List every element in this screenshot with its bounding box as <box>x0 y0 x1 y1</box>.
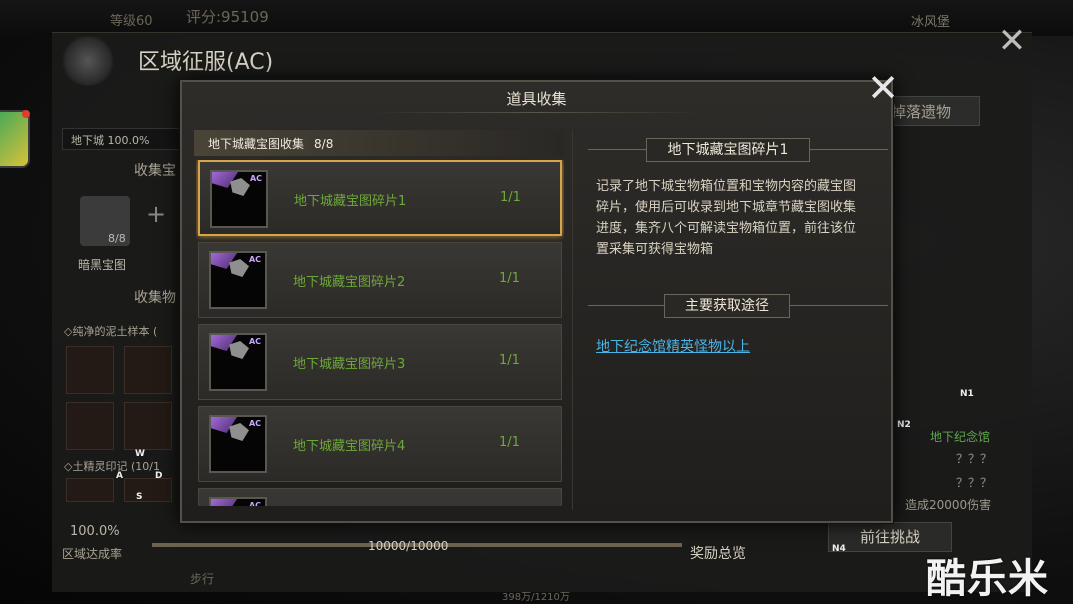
item-name: 地下城藏宝图碎片3 <box>293 357 406 372</box>
map-fragment-icon: AC <box>210 170 268 228</box>
event-shortcut-icon[interactable] <box>0 110 30 168</box>
progress-text: 10000/10000 <box>368 539 449 553</box>
map-fragment-icon: AC <box>209 333 267 391</box>
item-qty: 1/1 <box>499 353 520 368</box>
map-marker-n1: N1 <box>960 389 974 399</box>
material-slot-icon[interactable] <box>124 478 172 502</box>
list-item[interactable]: AC <box>198 488 562 506</box>
source-link[interactable]: 地下纪念馆精英怪物以上 <box>596 336 750 356</box>
detail-title-bar: 地下城藏宝图碎片1 <box>588 138 888 162</box>
key-marker-s: S <box>136 492 143 502</box>
earth-spirit-label: ◇土精灵印记 (10/1 <box>64 460 160 473</box>
completion-rate-label: 区域达成率 <box>62 547 123 561</box>
list-item[interactable]: AC 地下城藏宝图碎片4 1/1 <box>198 406 562 482</box>
currency-amount: 398万/1210万 <box>502 592 570 603</box>
ac-badge: AC <box>248 501 261 506</box>
soil-sample-label: ◇纯净的泥土样本 ( <box>64 325 158 338</box>
plus-icon: + <box>146 200 167 228</box>
map-fragment-icon: AC <box>209 251 267 309</box>
detail-title: 地下城藏宝图碎片1 <box>646 138 810 162</box>
player-score: 评分:95109 <box>186 8 269 26</box>
key-marker-a: A <box>116 471 123 481</box>
walk-mode-label: 步行 <box>190 572 215 586</box>
item-qty: 1/1 <box>500 190 521 205</box>
unknown-requirement-1: ？？？ <box>956 452 993 466</box>
collection-list-header: 地下城藏宝图收集 8/8 <box>194 130 564 156</box>
collection-item-list[interactable]: AC 地下城藏宝图碎片1 1/1 AC 地下城藏宝图碎片2 1/1 AC 地下城… <box>196 160 564 506</box>
item-qty: 1/1 <box>499 435 520 450</box>
collection-name: 地下城藏宝图收集 <box>208 137 305 151</box>
collect-treasure-heading: 收集宝 <box>134 163 176 179</box>
key-marker-w: W <box>135 449 145 459</box>
map-fragment-icon: AC <box>209 415 267 473</box>
completion-rate-value: 100.0% <box>70 524 120 539</box>
item-description: 记录了地下城宝物箱位置和宝物内容的藏宝图碎片，使用后可收录到地下城章节藏宝图收集… <box>596 179 857 257</box>
material-slot-icon[interactable] <box>66 402 114 450</box>
map-marker-n2: N2 <box>897 420 911 430</box>
watermark-logo: 酷乐米 <box>926 556 1049 602</box>
item-qty: 1/1 <box>499 271 520 286</box>
list-item[interactable]: AC 地下城藏宝图碎片2 1/1 <box>198 242 562 318</box>
ac-badge: AC <box>248 255 261 264</box>
dark-map-count: 8/8 <box>108 232 126 245</box>
title-divider <box>372 112 702 113</box>
collect-item-heading: 收集物 <box>134 290 176 306</box>
source-title: 主要获取途径 <box>664 294 790 318</box>
city-name: 冰风堡 <box>911 15 951 30</box>
material-slot-icon[interactable] <box>124 402 172 450</box>
notification-dot <box>22 110 30 118</box>
material-slot-icon[interactable] <box>124 346 172 394</box>
item-collection-modal: 道具收集 地下城藏宝图收集 8/8 AC 地下城藏宝图碎片1 1/1 AC 地下城… <box>180 80 893 523</box>
dark-map-label: 暗黑宝图 <box>78 258 127 272</box>
source-title-bar: 主要获取途径 <box>588 294 888 318</box>
panel-divider <box>572 130 573 510</box>
item-name: 地下城藏宝图碎片1 <box>294 194 407 209</box>
base-close-icon[interactable]: ✕ <box>996 24 1028 58</box>
list-item[interactable]: AC 地下城藏宝图碎片1 1/1 <box>198 160 562 236</box>
map-marker-n4: N4 <box>832 544 846 554</box>
damage-requirement: 造成20000伤害 <box>905 498 992 512</box>
material-slot-icon[interactable] <box>66 346 114 394</box>
map-fragment-icon: AC <box>209 497 267 506</box>
unknown-requirement-2: ？？？ <box>956 476 993 490</box>
ac-badge: AC <box>248 337 261 346</box>
location-label: 地下纪念馆 <box>930 430 991 444</box>
region-progress-label[interactable]: 地下城 100.0% <box>62 128 182 150</box>
region-emblem-icon <box>60 36 116 86</box>
reward-overview-button[interactable]: 奖励总览 <box>690 543 746 563</box>
item-name: 地下城藏宝图碎片2 <box>293 275 406 290</box>
material-slot-icon[interactable] <box>66 478 114 502</box>
collection-count: 8/8 <box>314 137 334 151</box>
ac-badge: AC <box>249 174 262 183</box>
key-marker-d: D <box>155 471 163 481</box>
modal-title: 道具收集 <box>506 90 567 108</box>
list-item[interactable]: AC 地下城藏宝图碎片3 1/1 <box>198 324 562 400</box>
item-name: 地下城藏宝图碎片4 <box>293 439 406 454</box>
ac-badge: AC <box>248 419 261 428</box>
modal-close-icon[interactable]: ✕ <box>866 69 900 107</box>
top-status-bar: 等级60 评分:95109 冰风堡 <box>0 0 1073 36</box>
player-level: 等级60 <box>110 14 153 29</box>
region-conquest-title: 区域征服(AC) <box>138 50 274 75</box>
